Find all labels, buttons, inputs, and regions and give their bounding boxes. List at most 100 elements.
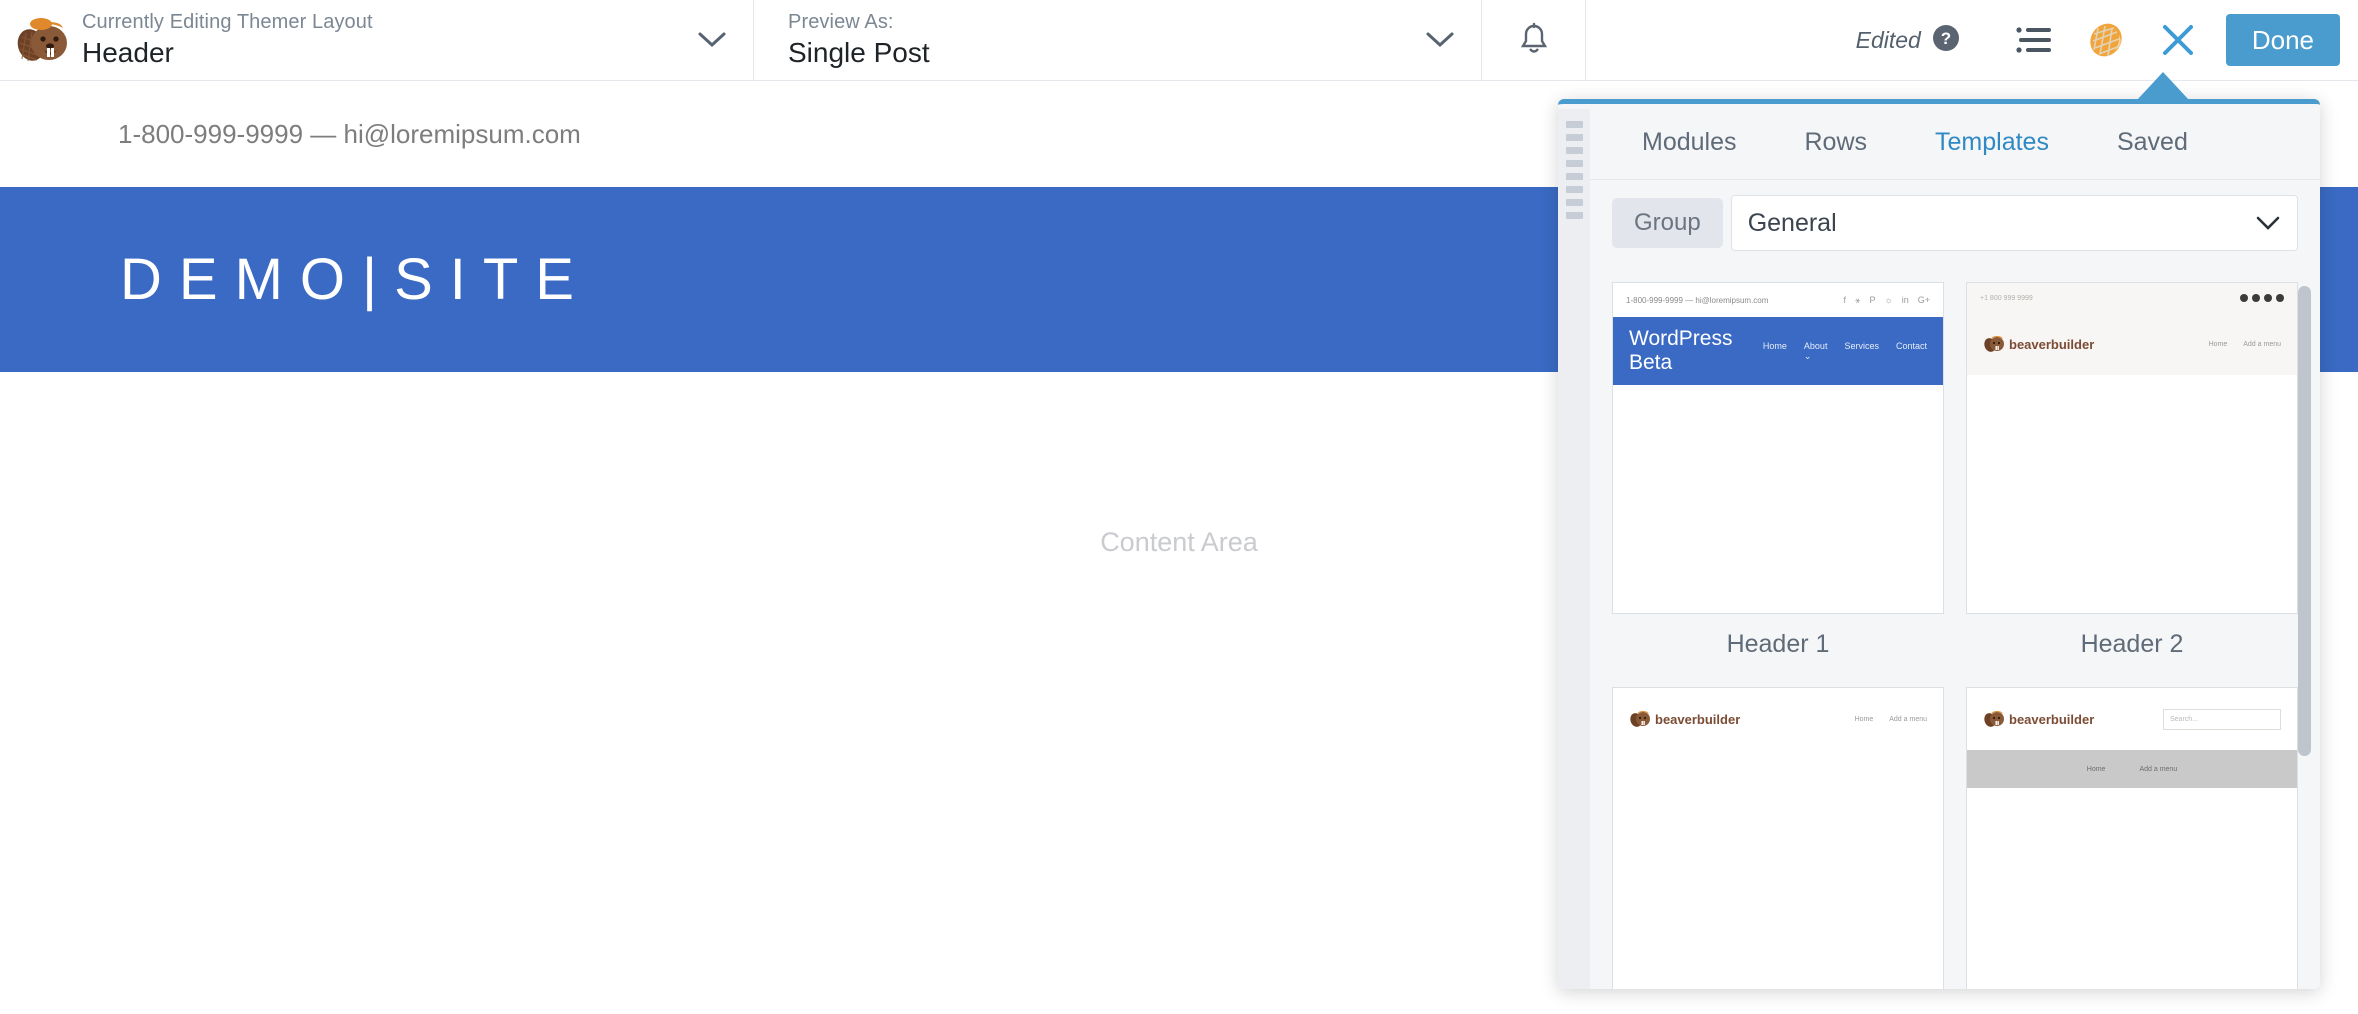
thumb-logo: beaverbuilder: [1983, 334, 2094, 354]
thumb-contact-strip: 1-800-999-9999 — hi@loremipsum.com f ⚹ P…: [1613, 283, 1943, 317]
edited-status-text: Edited: [1856, 27, 1921, 54]
thumb-navbar: WordPress Beta Home About ⌄ Services Con…: [1613, 317, 1943, 385]
help-circle-icon[interactable]: ?: [1932, 24, 1960, 57]
thumb-nav-item: Home: [1855, 716, 1874, 723]
thumb-nav-item: Contact: [1896, 341, 1927, 362]
beaver-tail-tools-icon: [2084, 20, 2128, 60]
thumb-header-row: beaverbuilder Home Add a menu: [1967, 313, 2297, 375]
beaver-logo-icon[interactable]: [0, 0, 74, 80]
template-thumbnail[interactable]: beaverbuilder Search... Home Add a menu: [1966, 687, 2298, 989]
editing-layout-value: Header: [82, 37, 683, 69]
site-logo-text: DEMO|SITE: [120, 246, 591, 313]
close-panel-button[interactable]: [2142, 4, 2214, 76]
thumb-contact-text: 1-800-999-9999 — hi@loremipsum.com: [1626, 296, 1768, 305]
dribbble-icon: ☼: [1884, 295, 1892, 306]
googleplus-icon: G+: [1918, 295, 1930, 306]
thumb-nav-item: Add a menu: [2243, 341, 2281, 348]
preview-as-label: Preview As:: [788, 11, 1411, 33]
thumb-nav-item: Services: [1844, 341, 1879, 362]
thumb-logo: beaverbuilder: [1629, 709, 1740, 729]
close-x-icon: [2159, 21, 2197, 59]
editing-layout-selector[interactable]: Currently Editing Themer Layout Header: [74, 0, 754, 80]
thumb-nav-item: About ⌄: [1804, 341, 1828, 362]
thumb-contact-text: +1 800 999 9999: [1980, 295, 2033, 302]
social-dot-icon: [2264, 294, 2272, 302]
templates-scroll-region: 1-800-999-9999 — hi@loremipsum.com f ⚹ P…: [1590, 266, 2320, 989]
template-thumbnail[interactable]: +1 800 999 9999: [1966, 282, 2298, 614]
chevron-down-icon: [2255, 215, 2281, 231]
group-label-button[interactable]: Group: [1612, 198, 1723, 248]
thumb-brand-text: beaverbuilder: [2009, 712, 2094, 727]
template-card-header-2: +1 800 999 9999: [1966, 282, 2298, 659]
linkedin-icon: in: [1902, 295, 1909, 306]
tab-saved[interactable]: Saved: [2083, 104, 2222, 180]
thumb-nav-item: Home: [2087, 766, 2106, 773]
notification-bell-icon: [1517, 22, 1551, 58]
outline-list-icon: [2015, 24, 2053, 56]
thumb-header-row: beaverbuilder Home Add a menu: [1613, 688, 1943, 750]
thumb-nav-item: Home: [2209, 341, 2228, 348]
thumb-brand-text: beaverbuilder: [2009, 337, 2094, 352]
thumb-social-icons: f ⚹ P ☼ in G+: [1844, 295, 1930, 306]
social-dot-icon: [2240, 294, 2248, 302]
thumb-social-dots: [2240, 294, 2284, 302]
drag-bar: [1566, 173, 1583, 180]
panel-pointer-arrow: [2137, 72, 2189, 100]
tab-templates[interactable]: Templates: [1901, 104, 2083, 180]
outline-list-button[interactable]: [1998, 4, 2070, 76]
editing-layout-label: Currently Editing Themer Layout: [82, 11, 683, 33]
tab-modules[interactable]: Modules: [1608, 104, 1771, 180]
template-card-4: beaverbuilder Search... Home Add a menu: [1966, 687, 2298, 989]
drag-bar: [1566, 134, 1583, 141]
site-contact-text: 1-800-999-9999 — hi@loremipsum.com: [118, 119, 581, 150]
pinterest-icon: P: [1869, 295, 1875, 306]
notification-bell-button[interactable]: [1482, 0, 1586, 80]
thumb-brand-text: beaverbuilder: [1655, 712, 1740, 727]
drag-bar: [1566, 212, 1583, 219]
panel-drag-handle[interactable]: [1558, 109, 1590, 989]
tools-button[interactable]: [2070, 4, 2142, 76]
toolbar-actions: Edited ?: [1856, 0, 2358, 80]
thumb-nav-links: Home Add a menu: [1855, 716, 1927, 723]
content-panel: Modules Rows Templates Saved Group Gener…: [1558, 99, 2320, 989]
svg-text:?: ?: [1941, 29, 1951, 48]
template-card-3: beaverbuilder Home Add a menu: [1612, 687, 1944, 989]
thumb-brand-text: WordPress Beta: [1629, 327, 1763, 375]
edited-status-group: Edited ?: [1856, 24, 1960, 57]
chevron-down-icon: [697, 31, 727, 49]
panel-scrollbar-thumb[interactable]: [2298, 286, 2311, 756]
thumb-search-box: Search...: [2163, 709, 2281, 730]
drag-bar: [1566, 160, 1583, 167]
preview-as-value: Single Post: [788, 37, 1411, 69]
template-thumbnail[interactable]: beaverbuilder Home Add a menu: [1612, 687, 1944, 989]
group-filter-row: Group General: [1590, 180, 2320, 266]
drag-bar: [1566, 147, 1583, 154]
thumb-contact-strip: +1 800 999 9999: [1967, 283, 2297, 313]
done-button[interactable]: Done: [2226, 14, 2340, 66]
thumb-gray-navbar: Home Add a menu: [1967, 750, 2297, 788]
group-select[interactable]: General: [1731, 195, 2298, 251]
templates-grid: 1-800-999-9999 — hi@loremipsum.com f ⚹ P…: [1612, 282, 2298, 989]
thumb-nav-links: Home Add a menu: [2209, 341, 2281, 348]
template-thumbnail[interactable]: 1-800-999-9999 — hi@loremipsum.com f ⚹ P…: [1612, 282, 1944, 614]
social-dot-icon: [2276, 294, 2284, 302]
template-card-header-1: 1-800-999-9999 — hi@loremipsum.com f ⚹ P…: [1612, 282, 1944, 659]
beaver-logo-icon: [1983, 709, 2005, 729]
panel-content: Modules Rows Templates Saved Group Gener…: [1590, 104, 2320, 989]
drag-bar: [1566, 186, 1583, 193]
panel-tab-bar: Modules Rows Templates Saved: [1590, 104, 2320, 180]
toolbar-spacer: [1586, 0, 1856, 80]
thumb-nav-item: Home: [1763, 341, 1787, 362]
preview-as-selector[interactable]: Preview As: Single Post: [754, 0, 1482, 80]
drag-bar: [1566, 199, 1583, 206]
facebook-icon: f: [1844, 295, 1847, 306]
tab-rows[interactable]: Rows: [1771, 104, 1902, 180]
beaver-logo-icon: [1629, 709, 1651, 729]
beaver-logo-icon: [1983, 334, 2005, 354]
thumb-nav-item: Add a menu: [2139, 766, 2177, 773]
beaver-logo-glyph: [15, 15, 69, 65]
twitter-icon: ⚹: [1855, 295, 1860, 306]
builder-admin-bar: Currently Editing Themer Layout Header P…: [0, 0, 2358, 81]
thumb-nav-item: Add a menu: [1889, 716, 1927, 723]
social-dot-icon: [2252, 294, 2260, 302]
